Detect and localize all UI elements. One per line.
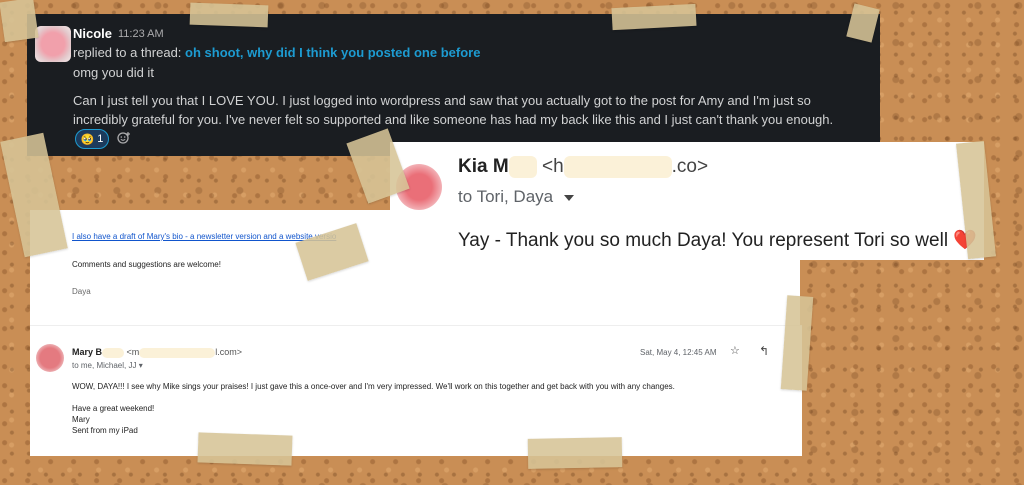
message-line: omg you did it	[73, 65, 154, 80]
email-suffix: .co>	[671, 156, 709, 178]
tape-strip	[0, 0, 39, 43]
sender-name[interactable]: Nicole	[73, 26, 112, 41]
message-body: Can I just tell you that I LOVE YOU. I j…	[73, 93, 834, 127]
avatar[interactable]	[36, 344, 64, 372]
email-signature: Daya	[72, 287, 91, 296]
sender-name[interactable]: Mary B	[72, 347, 102, 357]
sender-line: Mary B <m l.com>	[72, 347, 242, 358]
recipients-dropdown[interactable]: to Tori, Daya	[458, 187, 574, 207]
body-line: Mary	[72, 415, 90, 424]
sender-name[interactable]: Kia M	[458, 156, 509, 177]
reaction-count: 1	[97, 133, 104, 145]
email-mary-card: Mary B <m l.com> to me, Michael, JJ ▾ Sat…	[30, 325, 802, 456]
avatar[interactable]	[35, 26, 71, 62]
thread-reply-line: replied to a thread: oh shoot, why did I…	[73, 45, 480, 60]
slack-message-card: Nicole 11:23 AM replied to a thread: oh …	[27, 14, 880, 156]
chevron-down-icon	[563, 194, 574, 201]
draft-link[interactable]: I also have a draft of Mary's bio - a ne…	[72, 232, 336, 241]
redaction	[563, 156, 672, 178]
reaction-button[interactable]: 🥹 1	[75, 129, 109, 149]
body-line: WOW, DAYA!!! I see why Mike sings your p…	[72, 382, 675, 391]
redaction	[139, 347, 216, 358]
sender-email: <h .co>	[541, 156, 709, 178]
thread-link[interactable]: oh shoot, why did I think you posted one…	[185, 45, 480, 60]
recipients-label: to Tori, Daya	[458, 187, 554, 206]
add-emoji-icon[interactable]	[117, 131, 131, 148]
email-prefix: <m	[126, 347, 140, 357]
email-kia-card: Kia M <h .co> to Tori, Daya Yay - Thank y…	[390, 142, 984, 260]
reply-icon[interactable]: ↰	[759, 344, 769, 358]
tape-strip	[197, 432, 293, 466]
message-timestamp[interactable]: 11:23 AM	[118, 28, 164, 40]
body-line: Have a great weekend!	[72, 404, 155, 413]
tape-strip	[189, 2, 269, 28]
sender-email: <m l.com>	[126, 347, 243, 358]
email-body: Yay - Thank you so much Daya! You repres…	[458, 230, 977, 251]
sender-line: Kia M <h .co>	[458, 156, 708, 178]
email-prefix: <h	[541, 156, 564, 178]
redaction	[102, 347, 125, 358]
tape-strip	[611, 3, 697, 31]
reaction-emoji: 🥹	[80, 133, 95, 146]
replied-prefix: replied to a thread:	[73, 45, 186, 60]
redaction	[508, 156, 537, 178]
recipients-dropdown[interactable]: to me, Michael, JJ ▾	[72, 361, 143, 370]
email-body: WOW, DAYA!!! I see why Mike sings your p…	[72, 381, 675, 436]
star-icon[interactable]: ☆	[730, 344, 740, 357]
body-line: Sent from my iPad	[72, 426, 138, 435]
email-date: Sat, May 4, 12:45 AM	[640, 348, 717, 357]
email-text: Comments and suggestions are welcome!	[72, 260, 221, 269]
tape-strip	[527, 437, 623, 469]
email-suffix: l.com>	[215, 347, 243, 357]
